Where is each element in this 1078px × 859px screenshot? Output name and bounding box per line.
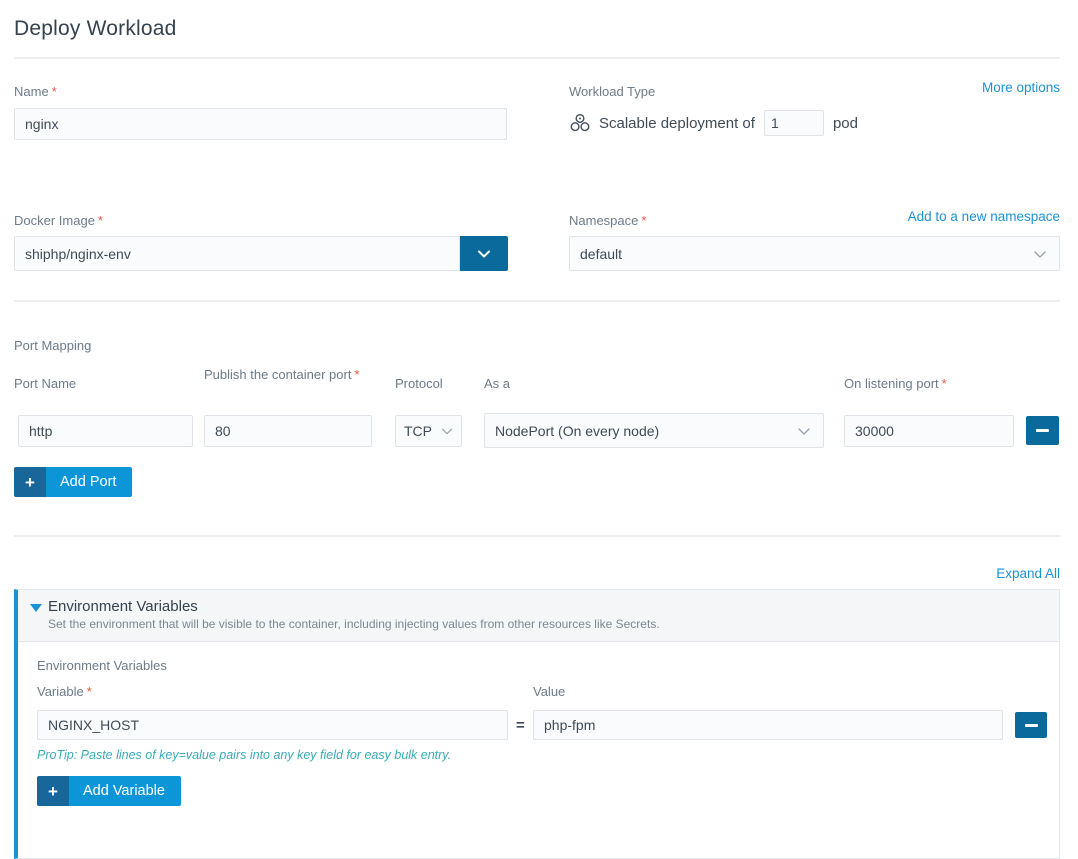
minus-icon xyxy=(1036,429,1049,432)
workload-type-text-after: pod xyxy=(833,115,858,132)
equals-sign: = xyxy=(516,717,525,734)
container-port-column-header: Publish the container port* xyxy=(204,366,379,384)
namespace-label-text: Namespace xyxy=(569,213,638,228)
variable-column-header: Variable* xyxy=(37,684,92,699)
chevron-down-icon xyxy=(1031,245,1049,263)
listening-port-input[interactable] xyxy=(844,415,1014,447)
workload-type-text-before: Scalable deployment of xyxy=(599,115,755,132)
container-port-required-asterisk: * xyxy=(354,367,359,382)
port-mapping-section-label: Port Mapping xyxy=(14,338,91,353)
namespace-select-value: default xyxy=(580,246,622,262)
value-column-header: Value xyxy=(533,684,565,699)
environment-variables-accordion-body: Environment Variables Variable* Value = … xyxy=(18,642,1059,858)
environment-variables-accordion-header[interactable]: Environment Variables Set the environmen… xyxy=(18,590,1059,642)
chevron-down-icon xyxy=(795,422,813,440)
env-protip-text: ProTip: Paste lines of key=value pairs i… xyxy=(37,748,451,762)
chevron-down-icon xyxy=(439,423,455,439)
workload-type-label: Workload Type xyxy=(569,84,655,99)
plus-icon: + xyxy=(37,776,69,806)
port-name-column-header: Port Name xyxy=(14,376,76,391)
port-name-input[interactable] xyxy=(18,415,193,447)
environment-variables-accordion-subtitle: Set the environment that will be visible… xyxy=(48,617,1047,631)
scalable-deployment-icon xyxy=(569,112,591,134)
name-label: Name* xyxy=(14,84,57,99)
environment-variables-accordion: Environment Variables Set the environmen… xyxy=(14,589,1060,859)
minus-icon xyxy=(1025,724,1038,727)
listening-port-required-asterisk: * xyxy=(942,376,947,391)
namespace-select[interactable]: default xyxy=(569,236,1060,271)
namespace-label: Namespace* xyxy=(569,213,646,228)
header-divider xyxy=(14,57,1060,59)
add-port-button[interactable]: + Add Port xyxy=(14,467,132,497)
remove-env-variable-button[interactable] xyxy=(1015,712,1047,738)
add-port-button-label: Add Port xyxy=(46,467,132,497)
workload-type-row: Scalable deployment of pod xyxy=(569,110,858,136)
deploy-workload-page: Deploy Workload Name* Workload Type More… xyxy=(0,0,1078,837)
docker-image-label: Docker Image* xyxy=(14,213,103,228)
caret-down-icon xyxy=(30,604,42,612)
protocol-column-header: Protocol xyxy=(395,376,443,391)
page-title: Deploy Workload xyxy=(14,17,177,41)
plus-icon: + xyxy=(14,467,46,497)
name-label-text: Name xyxy=(14,84,49,99)
docker-image-dropdown-button[interactable] xyxy=(460,236,508,271)
chevron-down-icon xyxy=(475,245,493,263)
docker-image-input[interactable] xyxy=(14,236,460,271)
docker-image-label-text: Docker Image xyxy=(14,213,95,228)
environment-variables-section-label: Environment Variables xyxy=(37,658,167,673)
section-divider-ports xyxy=(14,300,1060,302)
more-options-link[interactable]: More options xyxy=(982,80,1060,95)
name-required-asterisk: * xyxy=(52,84,57,99)
environment-variables-accordion-title: Environment Variables xyxy=(48,598,1047,615)
listening-port-column-header: On listening port* xyxy=(844,376,947,391)
env-value-input[interactable] xyxy=(533,710,1003,740)
protocol-select[interactable]: TCP xyxy=(395,415,462,447)
as-a-select[interactable]: NodePort (On every node) xyxy=(484,413,824,448)
env-variable-input[interactable] xyxy=(37,710,508,740)
variable-column-header-text: Variable xyxy=(37,684,84,699)
as-a-column-header: As a xyxy=(484,376,510,391)
add-variable-button[interactable]: + Add Variable xyxy=(37,776,181,806)
pod-count-input[interactable] xyxy=(764,110,824,136)
as-a-select-value: NodePort (On every node) xyxy=(495,423,659,439)
protocol-select-value: TCP xyxy=(404,423,432,439)
name-input[interactable] xyxy=(14,108,507,140)
add-variable-button-label: Add Variable xyxy=(69,776,181,806)
docker-image-required-asterisk: * xyxy=(98,213,103,228)
variable-required-asterisk: * xyxy=(87,684,92,699)
container-port-input[interactable] xyxy=(204,415,372,447)
remove-port-button[interactable] xyxy=(1026,416,1059,445)
section-divider-env xyxy=(14,535,1060,537)
namespace-required-asterisk: * xyxy=(641,213,646,228)
add-new-namespace-link[interactable]: Add to a new namespace xyxy=(908,209,1060,224)
expand-all-link[interactable]: Expand All xyxy=(996,566,1060,581)
listening-port-column-header-text: On listening port xyxy=(844,376,939,391)
container-port-column-header-text: Publish the container port xyxy=(204,367,351,382)
